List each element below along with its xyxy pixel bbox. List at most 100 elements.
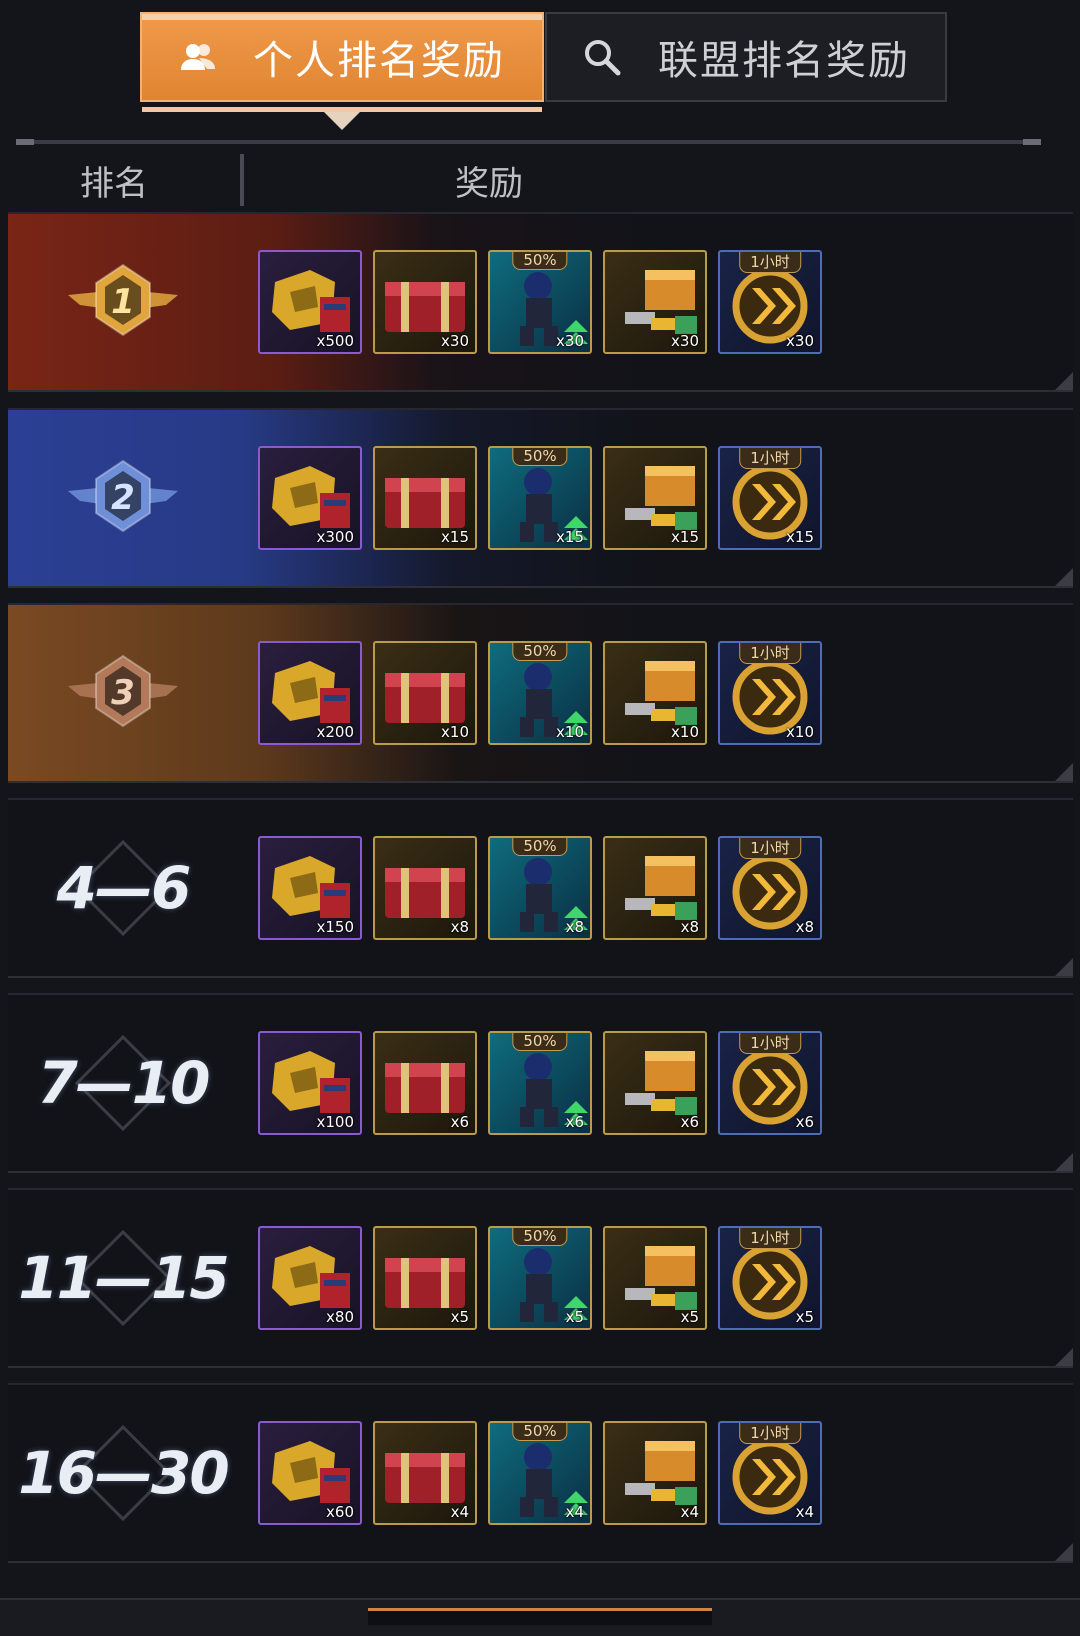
boost-percent-tag: 50%: [512, 643, 568, 661]
rank-cell: 7—10: [8, 995, 238, 1171]
search-icon: [582, 37, 622, 77]
boost-percent-tag: 50%: [512, 838, 568, 856]
item-quantity: x15: [441, 528, 469, 546]
speedup-item[interactable]: 1小时 x30: [718, 250, 822, 354]
speedup-item[interactable]: 1小时 x5: [718, 1226, 822, 1330]
red-supply-crate-item[interactable]: x15: [373, 446, 477, 550]
item-quantity: x30: [671, 332, 699, 350]
resource-chest-item[interactable]: x4: [603, 1421, 707, 1525]
resource-chest-item[interactable]: x6: [603, 1031, 707, 1135]
column-header-rank: 排名: [80, 163, 148, 204]
item-quantity: x30: [786, 332, 814, 350]
rank-row: 16—30 x60 x4 50% x4 x4 1小时 x4: [8, 1383, 1073, 1563]
red-supply-crate-item[interactable]: x8: [373, 836, 477, 940]
soldier-boost-item[interactable]: 50% x10: [488, 641, 592, 745]
duration-tag: 1小时: [739, 1033, 801, 1054]
item-quantity: x4: [795, 1503, 814, 1521]
item-quantity: x8: [565, 918, 584, 936]
resource-chest-item[interactable]: x30: [603, 250, 707, 354]
item-quantity: x15: [556, 528, 584, 546]
item-quantity: x4: [680, 1503, 699, 1521]
mecha-head-item[interactable]: x60: [258, 1421, 362, 1525]
rank-cell: 11—15: [8, 1190, 238, 1366]
mecha-head-item[interactable]: x500: [258, 250, 362, 354]
svg-text:2: 2: [111, 478, 135, 518]
rank-range-label: 7—10: [37, 1049, 210, 1117]
item-quantity: x8: [795, 918, 814, 936]
item-quantity: x500: [316, 332, 354, 350]
mecha-head-item[interactable]: x300: [258, 446, 362, 550]
rank-range-label: 4—6: [56, 854, 192, 922]
mecha-head-item[interactable]: x100: [258, 1031, 362, 1135]
speedup-item[interactable]: 1小时 x4: [718, 1421, 822, 1525]
boost-percent-tag: 50%: [512, 1423, 568, 1441]
speedup-item[interactable]: 1小时 x10: [718, 641, 822, 745]
item-quantity: x10: [671, 723, 699, 741]
duration-tag: 1小时: [739, 838, 801, 859]
header-divider: [16, 139, 1041, 145]
reward-items: x100 x6 50% x6 x6 1小时 x6: [258, 1031, 822, 1141]
item-quantity: x5: [795, 1308, 814, 1326]
item-quantity: x15: [786, 528, 814, 546]
speedup-item[interactable]: 1小时 x8: [718, 836, 822, 940]
speedup-item[interactable]: 1小时 x15: [718, 446, 822, 550]
item-quantity: x10: [441, 723, 469, 741]
item-quantity: x100: [316, 1113, 354, 1131]
red-supply-crate-item[interactable]: x10: [373, 641, 477, 745]
mecha-head-item[interactable]: x80: [258, 1226, 362, 1330]
red-supply-crate-item[interactable]: x30: [373, 250, 477, 354]
mecha-head-item[interactable]: x200: [258, 641, 362, 745]
gold-medal-1-icon: 1: [58, 255, 188, 349]
rank-row: 11—15 x80 x5 50% x5 x5 1小时 x5: [8, 1188, 1073, 1368]
item-quantity: x5: [450, 1308, 469, 1326]
reward-items: x500 x30 50% x30 x30 1小时 x30: [258, 250, 822, 360]
red-supply-crate-item[interactable]: x6: [373, 1031, 477, 1135]
rank-cell: 1: [8, 214, 238, 390]
soldier-boost-item[interactable]: 50% x5: [488, 1226, 592, 1330]
rank-range-label: 11—15: [18, 1244, 229, 1312]
item-quantity: x6: [680, 1113, 699, 1131]
duration-tag: 1小时: [739, 1228, 801, 1249]
item-quantity: x6: [565, 1113, 584, 1131]
item-quantity: x8: [450, 918, 469, 936]
rank-row: 7—10 x100 x6 50% x6 x6 1小时 x6: [8, 993, 1073, 1173]
tab-alliance-ranking-rewards[interactable]: 联盟排名奖励: [545, 12, 947, 102]
svg-text:3: 3: [111, 673, 135, 713]
soldier-boost-item[interactable]: 50% x15: [488, 446, 592, 550]
red-supply-crate-item[interactable]: x5: [373, 1226, 477, 1330]
resource-chest-item[interactable]: x5: [603, 1226, 707, 1330]
item-quantity: x5: [565, 1308, 584, 1326]
reward-items: x150 x8 50% x8 x8 1小时 x8: [258, 836, 822, 946]
active-tab-indicator: [324, 112, 360, 130]
item-quantity: x6: [795, 1113, 814, 1131]
mecha-head-item[interactable]: x150: [258, 836, 362, 940]
silver-medal-2-icon: 2: [58, 451, 188, 545]
soldier-boost-item[interactable]: 50% x30: [488, 250, 592, 354]
soldier-boost-item[interactable]: 50% x8: [488, 836, 592, 940]
item-quantity: x4: [450, 1503, 469, 1521]
resource-chest-item[interactable]: x8: [603, 836, 707, 940]
resource-chest-item[interactable]: x10: [603, 641, 707, 745]
item-quantity: x6: [450, 1113, 469, 1131]
item-quantity: x10: [556, 723, 584, 741]
red-supply-crate-item[interactable]: x4: [373, 1421, 477, 1525]
duration-tag: 1小时: [739, 252, 801, 273]
rank-row: 3 x200 x10 50% x10 x10 1小时 x10: [8, 603, 1073, 783]
bottom-bar: [0, 1598, 1080, 1636]
duration-tag: 1小时: [739, 643, 801, 664]
resource-chest-item[interactable]: x15: [603, 446, 707, 550]
duration-tag: 1小时: [739, 448, 801, 469]
boost-percent-tag: 50%: [512, 252, 568, 270]
item-quantity: x80: [326, 1308, 354, 1326]
rank-cell: 3: [8, 605, 238, 781]
tab-bar: 个人排名奖励 联盟排名奖励: [140, 12, 947, 130]
bottom-handle: [368, 1608, 712, 1625]
tab-personal-ranking-rewards[interactable]: 个人排名奖励: [140, 12, 544, 130]
soldier-boost-item[interactable]: 50% x4: [488, 1421, 592, 1525]
speedup-item[interactable]: 1小时 x6: [718, 1031, 822, 1135]
tab-personal-label: 个人排名奖励: [253, 38, 505, 84]
soldier-boost-item[interactable]: 50% x6: [488, 1031, 592, 1135]
rank-cell: 16—30: [8, 1385, 238, 1561]
item-quantity: x5: [680, 1308, 699, 1326]
rank-row: 1 x500 x30 50% x30 x30 1小时 x30: [8, 212, 1073, 392]
